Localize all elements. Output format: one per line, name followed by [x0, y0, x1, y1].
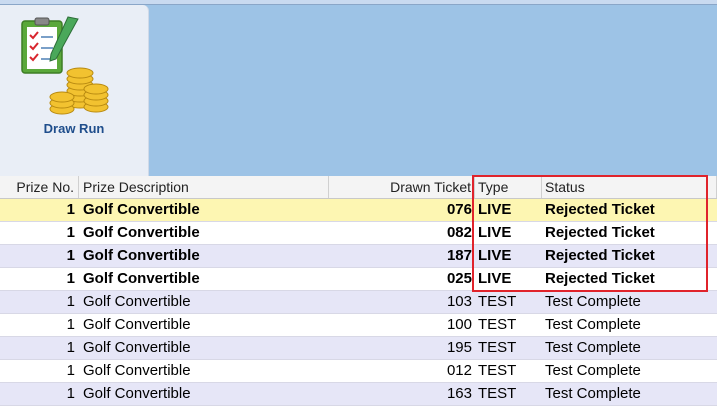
- cell-prize-description: Golf Convertible: [83, 247, 200, 264]
- cell-status: Test Complete: [545, 385, 641, 402]
- table-row[interactable]: 1 Golf Convertible 100 TEST Test Complete: [0, 314, 717, 337]
- cell-prize-no: 1: [66, 362, 75, 379]
- cell-drawn-ticket: 195: [446, 339, 472, 356]
- cell-prize-no: 1: [66, 247, 75, 264]
- cell-prize-no: 1: [66, 224, 75, 241]
- cell-type: LIVE: [478, 224, 512, 241]
- cell-type: TEST: [478, 293, 517, 310]
- cell-status: Test Complete: [545, 339, 641, 356]
- cell-drawn-ticket: 012: [446, 362, 472, 379]
- table-row[interactable]: 1 Golf Convertible 163 TEST Test Complete: [0, 383, 717, 406]
- cell-prize-no: 1: [66, 201, 75, 218]
- column-header-type[interactable]: Type: [475, 176, 542, 198]
- cell-prize-description: Golf Convertible: [83, 362, 191, 379]
- cell-prize-description: Golf Convertible: [83, 201, 200, 218]
- cell-type: LIVE: [478, 201, 512, 218]
- cell-prize-no: 1: [66, 339, 75, 356]
- cell-prize-description: Golf Convertible: [83, 293, 191, 310]
- cell-drawn-ticket: 187: [446, 247, 472, 264]
- table-row[interactable]: 1 Golf Convertible 187 LIVE Rejected Ticket: [0, 245, 717, 268]
- cell-status: Test Complete: [545, 293, 641, 310]
- cell-drawn-ticket: 100: [446, 316, 472, 333]
- table-row[interactable]: 1 Golf Convertible 076 LIVE Rejected Ticket: [0, 199, 717, 222]
- cell-prize-no: 1: [66, 270, 75, 287]
- table-row[interactable]: 1 Golf Convertible 025 LIVE Rejected Ticket: [0, 268, 717, 291]
- cell-type: TEST: [478, 385, 517, 402]
- ribbon: Draw Run: [0, 0, 717, 176]
- cell-drawn-ticket: 076: [446, 201, 472, 218]
- cell-prize-description: Golf Convertible: [83, 316, 191, 333]
- cell-type: TEST: [478, 362, 517, 379]
- cell-status: Rejected Ticket: [545, 224, 655, 241]
- cell-prize-no: 1: [66, 385, 75, 402]
- table-row[interactable]: 1 Golf Convertible 103 TEST Test Complete: [0, 291, 717, 314]
- clipboard-coins-icon: [21, 16, 109, 115]
- draw-run-label: Draw Run: [43, 121, 105, 136]
- table-row[interactable]: 1 Golf Convertible 195 TEST Test Complete: [0, 337, 717, 360]
- table-row[interactable]: 1 Golf Convertible 082 LIVE Rejected Ticket: [0, 222, 717, 245]
- draw-run-button[interactable]: Draw Run: [0, 5, 149, 176]
- column-header-status[interactable]: Status: [542, 176, 717, 198]
- cell-prize-description: Golf Convertible: [83, 224, 200, 241]
- cell-status: Rejected Ticket: [545, 270, 655, 287]
- cell-type: LIVE: [478, 270, 512, 287]
- cell-prize-description: Golf Convertible: [83, 385, 191, 402]
- cell-prize-description: Golf Convertible: [83, 270, 200, 287]
- table-row[interactable]: 1 Golf Convertible 012 TEST Test Complete: [0, 360, 717, 383]
- cell-drawn-ticket: 082: [446, 224, 472, 241]
- cell-status: Test Complete: [545, 316, 641, 333]
- grid-header: Prize No. Prize Description Drawn Ticket…: [0, 176, 717, 199]
- cell-prize-no: 1: [66, 316, 75, 333]
- cell-status: Rejected Ticket: [545, 201, 655, 218]
- cell-drawn-ticket: 103: [446, 293, 472, 310]
- cell-type: TEST: [478, 339, 517, 356]
- cell-drawn-ticket: 163: [446, 385, 472, 402]
- grid-body: 1 Golf Convertible 076 LIVE Rejected Ticket 1…: [0, 199, 717, 406]
- column-header-prize-no[interactable]: Prize No.: [0, 176, 79, 198]
- cell-prize-description: Golf Convertible: [83, 339, 191, 356]
- column-header-prize-description[interactable]: Prize Description: [79, 176, 329, 198]
- prize-draw-grid: Prize No. Prize Description Drawn Ticket…: [0, 176, 717, 406]
- cell-prize-no: 1: [66, 293, 75, 310]
- column-header-drawn-ticket[interactable]: Drawn Ticket: [329, 176, 475, 198]
- cell-drawn-ticket: 025: [446, 270, 472, 287]
- cell-status: Rejected Ticket: [545, 247, 655, 264]
- cell-type: TEST: [478, 316, 517, 333]
- cell-status: Test Complete: [545, 362, 641, 379]
- cell-type: LIVE: [478, 247, 512, 264]
